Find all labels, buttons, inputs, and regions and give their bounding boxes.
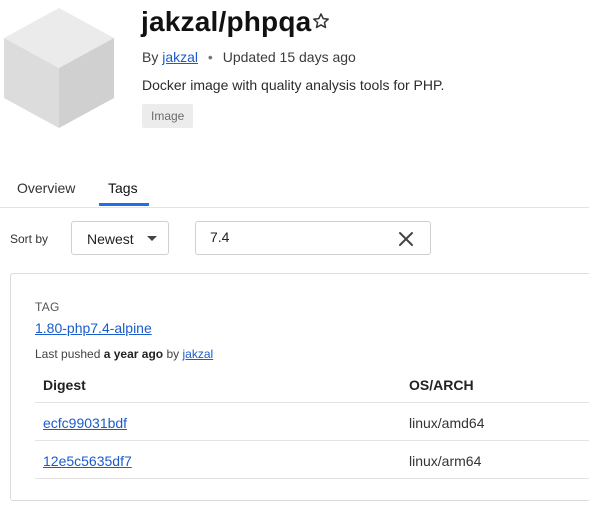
close-icon[interactable] <box>398 231 414 247</box>
updated-text: Updated 15 days ago <box>222 49 356 65</box>
tag-section-label: TAG <box>35 300 60 314</box>
sort-select[interactable]: Newest <box>71 221 169 255</box>
repo-image-icon <box>4 8 114 128</box>
pushed-when: a year ago <box>103 347 164 361</box>
tab-tags[interactable]: Tags <box>108 180 138 196</box>
separator-dot: • <box>207 49 213 65</box>
os-arch-value: linux/arm64 <box>409 453 482 469</box>
repo-description: Docker image with quality analysis tools… <box>142 77 445 93</box>
filter-input[interactable] <box>210 229 380 245</box>
tag-card: TAG 1.80-php7.4-alpine Last pushed a yea… <box>10 273 589 501</box>
column-header-digest: Digest <box>43 377 86 393</box>
sort-value: Newest <box>87 231 134 247</box>
type-badge: Image <box>142 104 194 128</box>
author-link[interactable]: jakzal <box>162 49 198 65</box>
digest-link[interactable]: 12e5c5635df7 <box>43 453 132 469</box>
last-pushed-info: Last pushed a year ago by jakzal <box>35 347 213 361</box>
table-row: ecfc99031bdf linux/amd64 <box>35 403 589 441</box>
tab-overview[interactable]: Overview <box>17 180 75 196</box>
tag-name-link[interactable]: 1.80-php7.4-alpine <box>35 320 152 336</box>
repo-meta: By jakzal • Updated 15 days ago <box>142 49 356 65</box>
table-row: 12e5c5635df7 linux/arm64 <box>35 441 589 479</box>
sort-label: Sort by <box>10 232 49 246</box>
tab-bar: Overview Tags <box>0 172 589 208</box>
pushed-by-word: by <box>166 347 180 361</box>
column-header-os-arch: OS/ARCH <box>409 377 474 393</box>
filter-field <box>195 221 431 255</box>
repo-title: jakzal/phpqa <box>141 6 312 37</box>
digest-table: Digest OS/ARCH ecfc99031bdf linux/amd64 … <box>35 365 589 479</box>
by-label: By <box>142 49 159 65</box>
chevron-down-icon <box>147 236 157 241</box>
active-tab-indicator <box>99 203 149 206</box>
os-arch-value: linux/amd64 <box>409 415 485 431</box>
digest-link[interactable]: ecfc99031bdf <box>43 415 127 431</box>
pushed-by-link[interactable]: jakzal <box>182 347 213 361</box>
table-header-row: Digest OS/ARCH <box>35 365 589 403</box>
star-icon[interactable] <box>311 11 331 31</box>
pushed-prefix: Last pushed <box>35 347 101 361</box>
